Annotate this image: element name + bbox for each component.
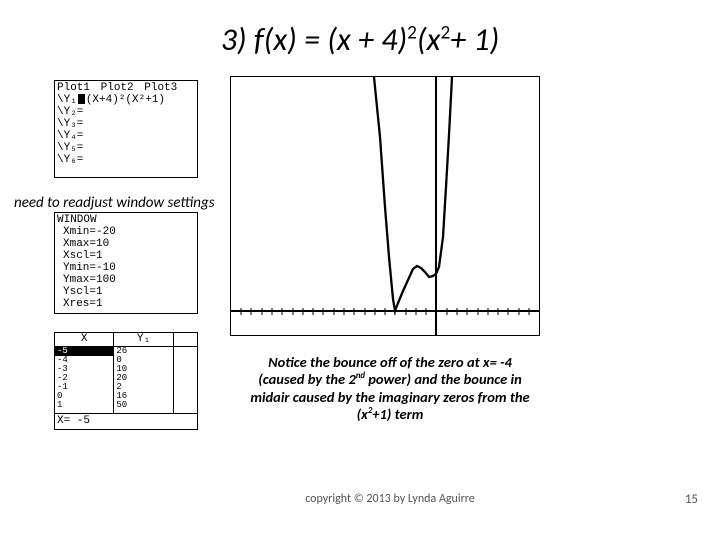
note2-l2a: (caused by the 2: [258, 370, 356, 388]
y2-blank: \Y₂=: [57, 106, 195, 118]
graph-curve: [374, 77, 452, 311]
title-exp2: 2: [440, 21, 450, 44]
calc-table-screen: X Y₁ -5 -4 -3 -2 -1 0 1 26 0 10 20 2 16 …: [54, 332, 198, 430]
x-axis: [231, 308, 539, 315]
window-yscl: Yscl=1: [57, 286, 195, 298]
window-ymin: Ymin=-10: [57, 262, 195, 274]
table-col-blank: [174, 347, 197, 413]
title-exp1: 2: [407, 21, 417, 44]
table-cell: 0: [55, 392, 113, 401]
note2-sup1: nd: [356, 372, 365, 382]
table-header-row: X Y₁: [55, 333, 197, 347]
plot1-label: Plot1: [57, 82, 90, 94]
title-mid: (x: [417, 20, 441, 59]
calc-window-screen: WINDOW Xmin=-20 Xmax=10 Xscl=1 Ymin=-10 …: [54, 212, 198, 314]
table-footer: X= -5: [55, 413, 197, 428]
readjust-note: need to readjust window settings: [14, 194, 215, 212]
table-header-y1: Y₁: [114, 333, 173, 347]
window-xscl: Xscl=1: [57, 250, 195, 262]
y1-right: (X+4)²(X²+1): [86, 94, 165, 106]
plot-row: Plot1 Plot2 Plot3: [57, 82, 195, 94]
y3-blank: \Y₃=: [57, 118, 195, 130]
note2-line1: Notice the bounce off of the zero at x= …: [268, 353, 512, 371]
table-cell: 50: [114, 401, 172, 410]
window-xmin: Xmin=-20: [57, 226, 195, 238]
table-header-blank: [174, 333, 197, 347]
table-col-y1: 26 0 10 20 2 16 50: [114, 347, 173, 413]
title-suffix: + 1): [450, 20, 499, 59]
y6-blank: \Y₆=: [57, 154, 195, 166]
table-cell: 26: [114, 347, 172, 356]
page-title: 3) f(x) = (x + 4)2(x2+ 1): [0, 20, 720, 59]
y5-blank: \Y₅=: [57, 142, 195, 154]
window-xmax: Xmax=10: [57, 238, 195, 250]
window-ymax: Ymax=100: [57, 274, 195, 286]
plot2-label: Plot2: [101, 82, 134, 94]
table-cell: -1: [55, 383, 113, 392]
y4-blank: \Y₄=: [57, 130, 195, 142]
y1-equation: \Y₁ (X+4)²(X²+1): [57, 94, 195, 106]
table-cell: 20: [114, 374, 172, 383]
page-number: 15: [685, 492, 698, 507]
window-xres: Xres=1: [57, 298, 195, 310]
cursor-icon: [78, 94, 85, 104]
y1-left: \Y₁: [57, 94, 77, 106]
observation-note: Notice the bounce off of the zero at x= …: [250, 354, 530, 424]
window-header: WINDOW: [57, 214, 195, 226]
graph-panel: [230, 76, 540, 336]
copyright-text: copyright © 2013 by Lynda Aguirre: [250, 492, 530, 506]
table-header-x: X: [55, 333, 114, 347]
table-cell: 1: [55, 401, 113, 410]
plot3-label: Plot3: [144, 82, 177, 94]
graph-svg: [231, 77, 539, 335]
table-col-x: -5 -4 -3 -2 -1 0 1: [55, 347, 114, 413]
note2-l2c: +1) term: [372, 405, 423, 423]
table-body: -5 -4 -3 -2 -1 0 1 26 0 10 20 2 16 50: [55, 347, 197, 413]
title-prefix: 3) f(x) = (x + 4): [221, 20, 407, 59]
calc-y-equals-screen: Plot1 Plot2 Plot3 \Y₁ (X+4)²(X²+1) \Y₂= \…: [54, 80, 198, 178]
